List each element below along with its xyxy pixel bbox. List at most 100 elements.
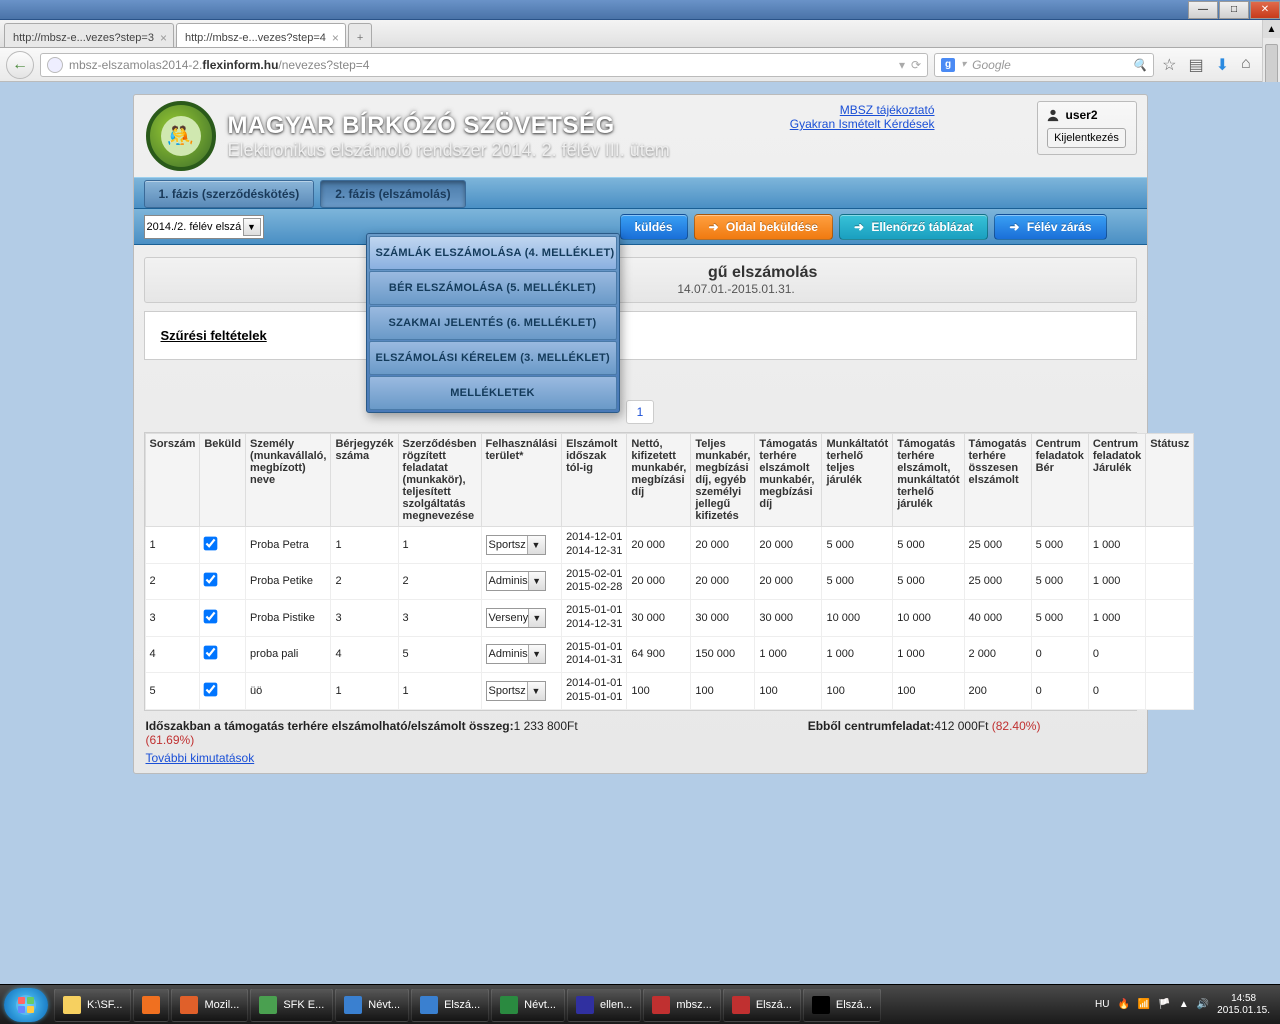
submit-checkbox[interactable] bbox=[204, 573, 218, 587]
toolbar: 2014./2. félév elszá ▼ küldés ➜ Oldal be… bbox=[134, 209, 1147, 245]
browser-tab[interactable]: http://mbsz-e...vezes?step=3 × bbox=[4, 23, 174, 47]
totals-left-value: 1 233 800Ft bbox=[514, 719, 578, 733]
system-tray: HU 🔥 📶 🏳️ ▲ 🔊 14:58 2015.01.15. bbox=[1095, 993, 1276, 1017]
filter-title: Szűrési feltételek bbox=[161, 328, 1120, 343]
link-faq[interactable]: Gyakran Ismételt Kérdések bbox=[790, 117, 935, 131]
taskbar-item[interactable]: Elszá... bbox=[803, 988, 881, 1022]
chevron-down-icon[interactable]: ▼ bbox=[527, 536, 545, 554]
chevron-down-icon[interactable]: ▾ bbox=[899, 58, 905, 72]
flag-icon[interactable]: 🏳️ bbox=[1158, 999, 1170, 1010]
close-icon[interactable]: × bbox=[160, 31, 167, 45]
volume-icon[interactable]: 🔊 bbox=[1197, 999, 1209, 1010]
back-button[interactable]: ← bbox=[6, 51, 34, 79]
search-icon[interactable]: 🔍 bbox=[1132, 58, 1147, 72]
page-submit-button[interactable]: ➜ Oldal beküldése bbox=[694, 214, 833, 240]
arrow-right-icon: ➜ bbox=[709, 220, 719, 234]
submit-button[interactable]: küldés bbox=[620, 214, 688, 240]
chevron-down-icon[interactable]: ▼ bbox=[528, 572, 545, 590]
taskbar-item[interactable]: Névt... bbox=[491, 988, 565, 1022]
chevron-down-icon[interactable]: ▼ bbox=[527, 682, 545, 700]
new-tab-button[interactable]: + bbox=[348, 23, 372, 47]
section-banner: XXXXXXXXXXXXXXXXXXXXXXXgű elszámolás XXX… bbox=[144, 257, 1137, 303]
link-tajekoztato[interactable]: MBSZ tájékoztató bbox=[790, 103, 935, 117]
taskbar-item[interactable]: mbsz... bbox=[643, 988, 720, 1022]
more-reports-link[interactable]: További kimutatások bbox=[134, 751, 267, 773]
taskbar-item[interactable]: Mozil... bbox=[171, 988, 248, 1022]
dd-item-ber[interactable]: BÉR ELSZÁMOLÁSA (5. MELLÉKLET) bbox=[369, 271, 617, 305]
tray-icon[interactable]: ▲ bbox=[1179, 999, 1189, 1010]
start-button[interactable] bbox=[4, 988, 48, 1022]
phase-1-tab[interactable]: 1. fázis (szerződéskötés) bbox=[144, 180, 315, 208]
lang-indicator[interactable]: HU bbox=[1095, 999, 1109, 1010]
cell-value: 25 000 bbox=[964, 563, 1031, 600]
cell-name: Proba Petra bbox=[246, 527, 331, 564]
window-maximize[interactable]: □ bbox=[1219, 1, 1249, 19]
bookmark-icon[interactable]: ☆ bbox=[1162, 55, 1176, 75]
cell-name: proba pali bbox=[246, 636, 331, 673]
taskbar-item-icon bbox=[344, 996, 362, 1014]
submit-checkbox[interactable] bbox=[204, 646, 218, 660]
dd-item-szamlak[interactable]: SZÁMLÁK ELSZÁMOLÁSA (4. MELLÉKLET) bbox=[369, 236, 617, 270]
cell-value: 10 000 bbox=[893, 600, 964, 637]
chevron-down-icon[interactable]: ▾ bbox=[961, 59, 966, 70]
taskbar-item[interactable]: ellen... bbox=[567, 988, 641, 1022]
close-half-button[interactable]: ➜ Félév zárás bbox=[994, 214, 1106, 240]
browser-tab-strip: http://mbsz-e...vezes?step=3 × http://mb… bbox=[0, 20, 1280, 48]
address-bar[interactable]: mbsz-elszamolas2014-2.flexinform.hu/neve… bbox=[40, 53, 928, 77]
area-select[interactable]: Sportsz▼ bbox=[486, 535, 546, 555]
cell-area: Verseny▼ bbox=[481, 600, 562, 637]
reload-icon[interactable]: ⟳ bbox=[911, 58, 921, 72]
taskbar-item[interactable]: SFK E... bbox=[250, 988, 333, 1022]
totals-left-pct: (61.69%) bbox=[146, 733, 195, 747]
filter-card: Szűrési feltételek bbox=[144, 311, 1137, 360]
close-icon[interactable]: × bbox=[332, 31, 339, 45]
chevron-down-icon[interactable]: ▼ bbox=[243, 218, 261, 236]
taskbar-item[interactable]: K:\SF... bbox=[54, 988, 131, 1022]
tray-icon[interactable]: 🔥 bbox=[1117, 999, 1129, 1010]
browser-tab-active[interactable]: http://mbsz-e...vezes?step=4 × bbox=[176, 23, 346, 47]
dd-item-kerelem[interactable]: ELSZÁMOLÁSI KÉRELEM (3. MELLÉKLET) bbox=[369, 341, 617, 375]
library-icon[interactable]: ▤ bbox=[1188, 55, 1203, 75]
window-close[interactable]: ✕ bbox=[1250, 1, 1280, 19]
submit-checkbox[interactable] bbox=[204, 536, 218, 550]
cell-index: 4 bbox=[145, 636, 200, 673]
cell-date: 2015-01-012014-01-31 bbox=[562, 636, 627, 673]
dd-item-mellekletek[interactable]: MELLÉKLETEK bbox=[369, 376, 617, 410]
cell-sz: 1 bbox=[398, 527, 481, 564]
chevron-down-icon[interactable]: ▼ bbox=[528, 609, 544, 627]
url-host: flexinform.hu bbox=[202, 58, 278, 72]
submit-checkbox[interactable] bbox=[204, 682, 218, 696]
taskbar-item[interactable] bbox=[133, 988, 169, 1022]
area-select[interactable]: Adminis▼ bbox=[486, 571, 546, 591]
dd-item-szakmai[interactable]: SZAKMAI JELENTÉS (6. MELLÉKLET) bbox=[369, 306, 617, 340]
network-icon[interactable]: 📶 bbox=[1138, 999, 1150, 1010]
cell-value: 25 000 bbox=[964, 527, 1031, 564]
pager-page[interactable]: 1 bbox=[626, 400, 655, 424]
submit-checkbox[interactable] bbox=[204, 609, 218, 623]
clock-date: 2015.01.15. bbox=[1217, 1005, 1270, 1017]
browser-nav-bar: ← mbsz-elszamolas2014-2.flexinform.hu/ne… bbox=[0, 48, 1280, 82]
taskbar-item[interactable]: Névt... bbox=[335, 988, 409, 1022]
cell-value bbox=[1146, 636, 1194, 673]
clock[interactable]: 14:58 2015.01.15. bbox=[1217, 993, 1270, 1017]
window-minimize[interactable]: — bbox=[1188, 1, 1218, 19]
area-select[interactable]: Sportsz▼ bbox=[486, 681, 546, 701]
cell-date: 2014-12-012014-12-31 bbox=[562, 527, 627, 564]
area-select[interactable]: Adminis▼ bbox=[486, 644, 546, 664]
taskbar-item[interactable]: Elszá... bbox=[411, 988, 489, 1022]
home-icon[interactable]: ⌂ bbox=[1241, 55, 1251, 75]
chevron-down-icon[interactable]: ▼ bbox=[528, 645, 545, 663]
logout-button[interactable]: Kijelentkezés bbox=[1047, 128, 1126, 148]
page-header: 🤼 MAGYAR BÍRKÓZÓ SZÖVETSÉG Elektronikus … bbox=[134, 95, 1147, 177]
phase-2-tab[interactable]: 2. fázis (elszámolás) bbox=[320, 180, 465, 208]
taskbar-item[interactable]: Elszá... bbox=[723, 988, 801, 1022]
search-bar[interactable]: g ▾ Google 🔍 bbox=[934, 53, 1154, 77]
taskbar-item-label: K:\SF... bbox=[87, 999, 122, 1011]
scroll-up[interactable]: ▲ bbox=[1263, 20, 1280, 38]
area-select[interactable]: Verseny▼ bbox=[486, 608, 546, 628]
column-header: Nettó, kifizetett munkabér, megbízási dí… bbox=[627, 434, 691, 527]
download-icon[interactable]: ⬇ bbox=[1216, 55, 1229, 75]
cell-value: 30 000 bbox=[755, 600, 822, 637]
check-table-button[interactable]: ➜ Ellenőrző táblázat bbox=[839, 214, 988, 240]
period-select[interactable]: 2014./2. félév elszá ▼ bbox=[144, 215, 264, 239]
